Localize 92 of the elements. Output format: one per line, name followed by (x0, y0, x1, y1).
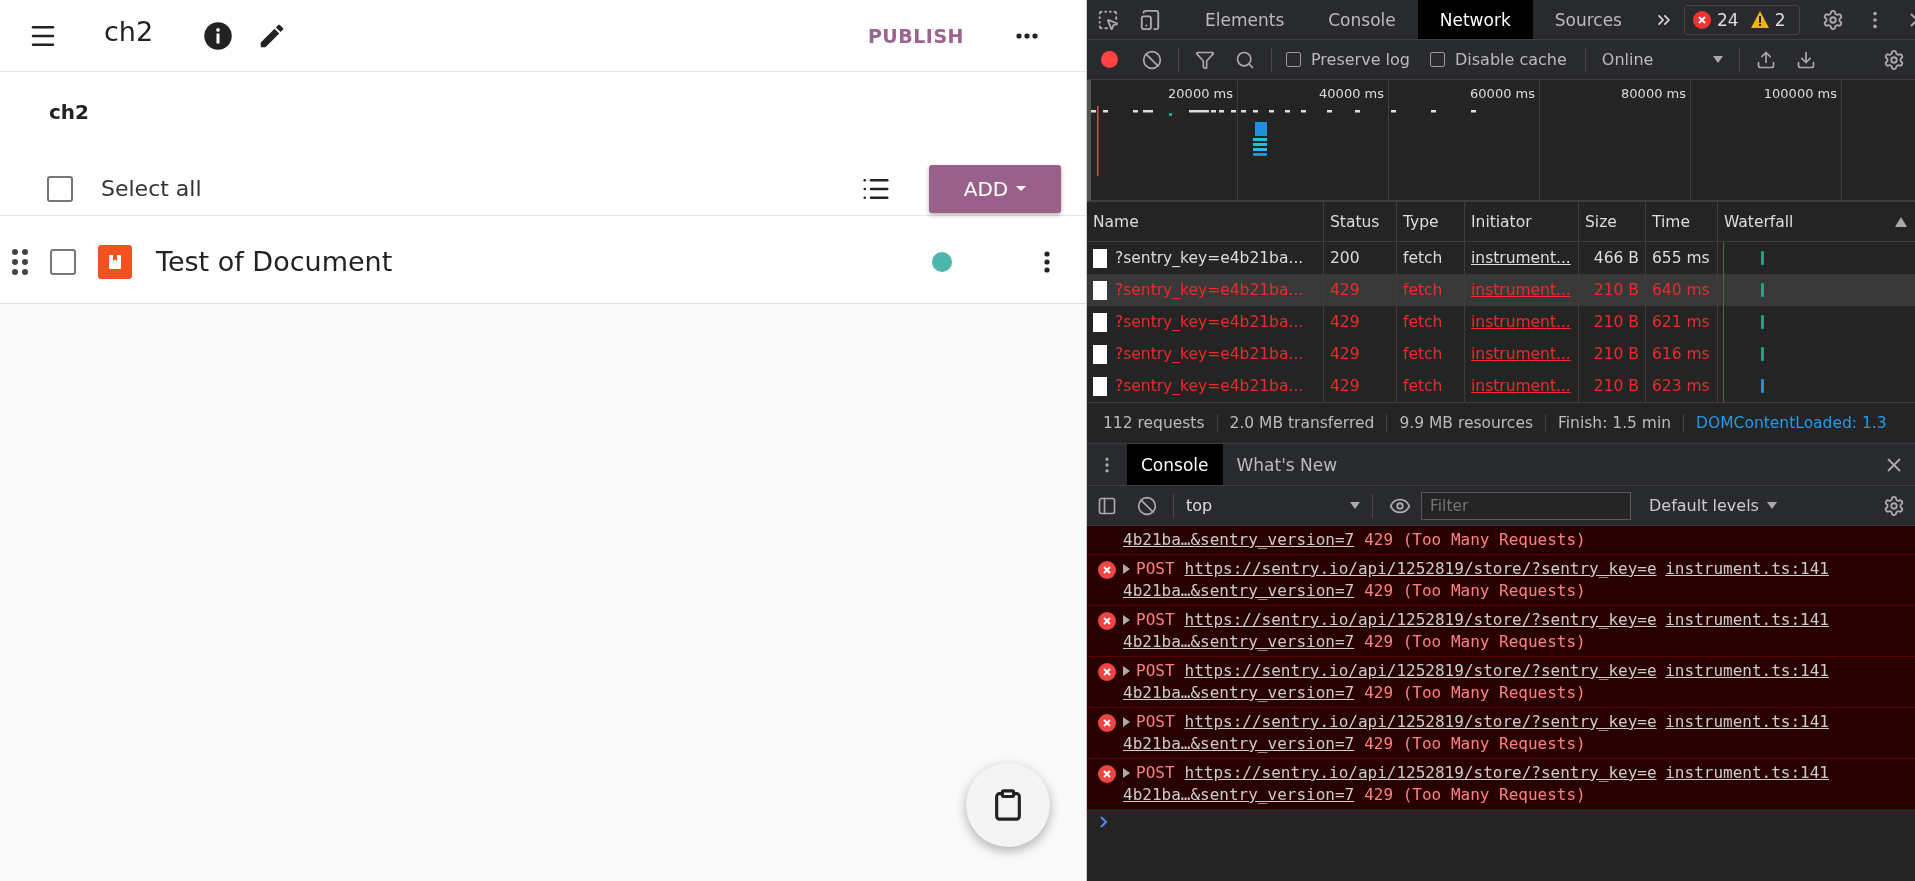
status-text: 429 (Too Many Requests) (1364, 784, 1586, 806)
info-icon (203, 20, 234, 51)
timeline-tick: 40000 ms (1319, 86, 1384, 103)
sort-icon (1895, 216, 1907, 227)
record-button[interactable] (1101, 51, 1118, 68)
summary-text: Finish: 1.5 min (1558, 414, 1685, 432)
method-text: POST (1136, 711, 1175, 733)
column-header[interactable]: Type (1397, 202, 1465, 242)
url-link[interactable]: https://sentry.io/api/1252819/store/?sentry_key=e (1184, 558, 1657, 580)
caret-icon (1016, 186, 1027, 191)
source-link[interactable]: instrument.ts:141 (1665, 609, 1829, 631)
item-checkbox[interactable] (50, 248, 76, 275)
method-text: POST (1136, 762, 1175, 784)
drag-handle-icon[interactable] (12, 248, 28, 275)
levels-dropdown[interactable]: Default levels (1643, 495, 1783, 516)
status-text: 429 (Too Many Requests) (1364, 682, 1586, 704)
request-status: 429 (1324, 370, 1397, 402)
context-dropdown[interactable]: top (1180, 496, 1366, 515)
expand-icon[interactable] (1123, 615, 1130, 625)
url-link[interactable]: 4b21ba…&sentry_version=7 (1123, 631, 1355, 653)
issues-counter[interactable]: 24 2 (1684, 4, 1801, 35)
source-link[interactable]: instrument.ts:141 (1665, 660, 1829, 682)
initiator-link[interactable]: instrument... (1465, 370, 1579, 402)
expand-icon[interactable] (1123, 768, 1130, 778)
expand-icon[interactable] (1123, 717, 1130, 727)
url-link[interactable]: https://sentry.io/api/1252819/store/?sentry_key=e (1184, 762, 1657, 784)
request-time: 623 ms (1646, 370, 1718, 402)
document-icon (98, 244, 132, 279)
summary-text: 2.0 MB transferred (1229, 414, 1388, 432)
timeline-tick: 20000 ms (1168, 86, 1233, 103)
prompt-icon (1099, 815, 1109, 829)
method-text: POST (1136, 558, 1175, 580)
request-size: 210 B (1579, 370, 1646, 402)
request-name: ?sentry_key=e4b21ba... (1087, 370, 1324, 402)
more-icon (1016, 32, 1038, 39)
column-header[interactable]: Status (1324, 202, 1397, 242)
devtools-tab[interactable]: Sources (1532, 0, 1644, 39)
expand-icon[interactable] (1123, 564, 1130, 574)
dom-content-loaded-text: DOMContentLoaded: 1.3 (1696, 414, 1888, 432)
select-all-checkbox[interactable] (47, 175, 73, 202)
devtools-tab[interactable]: Elements (1183, 0, 1307, 39)
page-title: ch2 (104, 16, 154, 47)
clipboard-button[interactable] (966, 763, 1050, 847)
preserve-log-checkbox[interactable]: Preserve log (1286, 50, 1410, 69)
method-text: POST (1136, 660, 1175, 682)
warning-icon (1750, 11, 1769, 28)
error-icon (1098, 612, 1116, 630)
filter-field[interactable]: Filter (1421, 491, 1631, 520)
request-type: fetch (1397, 370, 1465, 402)
timeline-tick: 80000 ms (1621, 86, 1686, 103)
url-link[interactable]: 4b21ba…&sentry_version=7 (1123, 580, 1355, 602)
error-icon (1098, 714, 1116, 732)
timeline-tick: 100000 ms (1763, 86, 1837, 103)
status-text: 429 (Too Many Requests) (1364, 733, 1586, 755)
url-link[interactable]: 4b21ba…&sentry_version=7 (1123, 682, 1355, 704)
url-link[interactable]: 4b21ba…&sentry_version=7 (1123, 529, 1355, 551)
disable-cache-checkbox[interactable]: Disable cache (1430, 50, 1567, 69)
status-text: 429 (Too Many Requests) (1364, 529, 1586, 551)
url-link[interactable]: https://sentry.io/api/1252819/store/?sentry_key=e (1184, 660, 1657, 682)
more-icon (1044, 250, 1050, 273)
column-header[interactable]: Time (1646, 202, 1718, 242)
url-link[interactable]: 4b21ba…&sentry_version=7 (1123, 784, 1355, 806)
item-title: Test of Document (156, 246, 393, 277)
channel-title: ch2 (48, 99, 90, 126)
column-header[interactable]: Size (1579, 202, 1646, 242)
add-button[interactable]: ADD (929, 164, 1061, 213)
error-icon (1098, 561, 1116, 579)
summary-text: 9.9 MB resources (1399, 414, 1546, 432)
column-header[interactable]: Initiator (1465, 202, 1579, 242)
url-link[interactable]: https://sentry.io/api/1252819/store/?sentry_key=e (1184, 711, 1657, 733)
throttling-dropdown[interactable]: Online (1591, 50, 1734, 69)
error-icon (1693, 10, 1711, 29)
url-link[interactable]: https://sentry.io/api/1252819/store/?sentry_key=e (1184, 609, 1657, 631)
status-text: 429 (Too Many Requests) (1364, 580, 1586, 602)
devtools-tab[interactable]: Console (1306, 0, 1418, 39)
error-icon (1098, 663, 1116, 681)
summary-text: 112 requests (1103, 414, 1218, 432)
timeline-tick: 60000 ms (1470, 86, 1535, 103)
error-icon (1098, 765, 1116, 783)
source-link[interactable]: instrument.ts:141 (1665, 711, 1829, 733)
expand-icon[interactable] (1123, 666, 1130, 676)
publish-button[interactable]: PUBLISH (857, 16, 974, 55)
column-header[interactable]: Name (1087, 202, 1324, 242)
source-link[interactable]: instrument.ts:141 (1665, 558, 1829, 580)
drawer-tab[interactable]: What's New (1222, 444, 1352, 485)
devtools-tab[interactable]: Network (1417, 0, 1533, 39)
select-all-label: Select all (101, 176, 202, 201)
url-link[interactable]: 4b21ba…&sentry_version=7 (1123, 733, 1355, 755)
source-link[interactable]: instrument.ts:141 (1665, 762, 1829, 784)
drawer-tab[interactable]: Console (1127, 444, 1223, 485)
status-text: 429 (Too Many Requests) (1364, 631, 1586, 653)
method-text: POST (1136, 609, 1175, 631)
